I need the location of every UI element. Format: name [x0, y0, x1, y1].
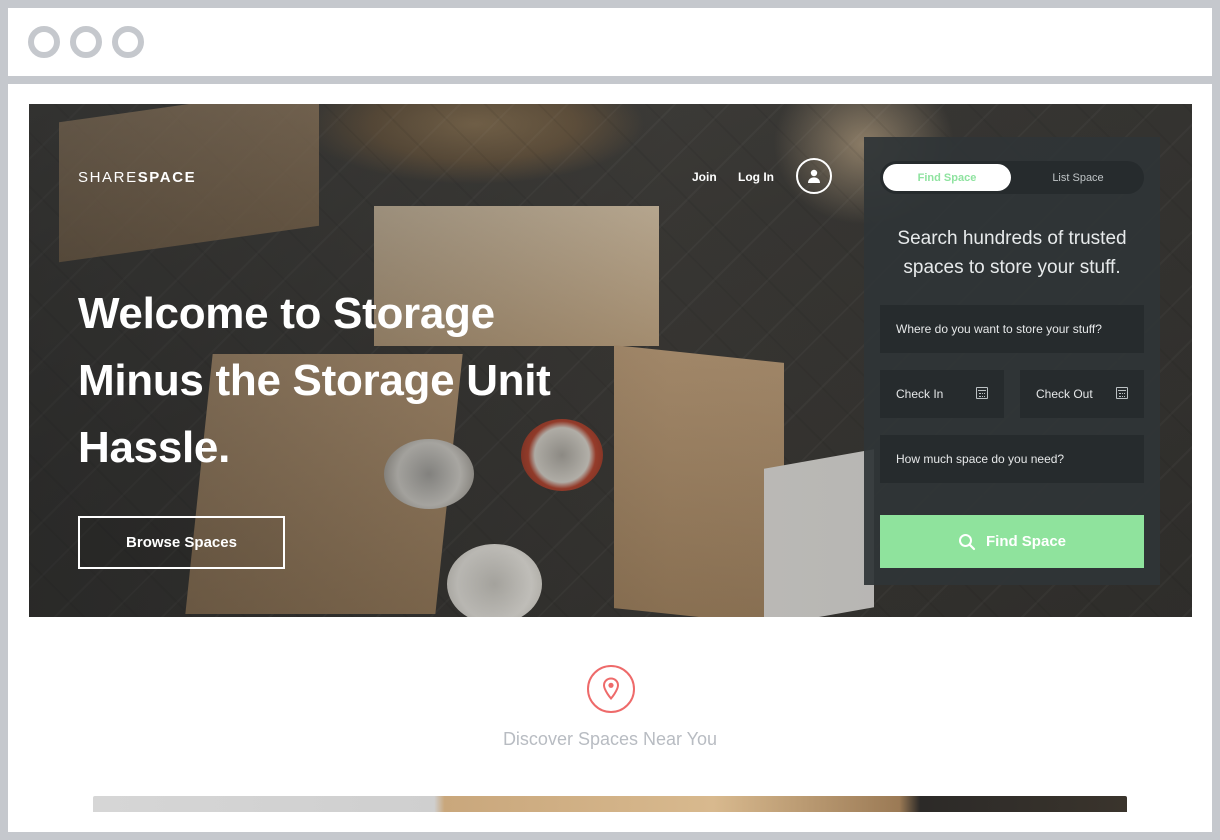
hero-section: SHARESPACE Join Log In Welcome to Storag… [29, 104, 1192, 617]
discover-spaces-heading: Discover Spaces Near You [502, 729, 718, 749]
page-viewport: SHARESPACE Join Log In Welcome to Storag… [8, 84, 1212, 832]
space-listing-preview-image[interactable] [93, 796, 1127, 812]
location-pin-icon [602, 677, 620, 701]
tab-find-space[interactable]: Find Space [883, 164, 1011, 191]
calendar-icon [976, 387, 988, 399]
check-in-field[interactable]: Check In [880, 370, 1004, 418]
nav-join-link[interactable]: Join [692, 170, 717, 184]
hero-title: Welcome to Storage Minus the Storage Uni… [78, 289, 551, 472]
window-dot-icon[interactable] [70, 26, 102, 58]
nav-login-link[interactable]: Log In [738, 170, 774, 184]
window-dot-icon[interactable] [28, 26, 60, 58]
user-account-button[interactable] [796, 158, 832, 194]
check-out-label: Check Out [1036, 387, 1093, 401]
calendar-icon [1116, 387, 1128, 399]
find-space-button[interactable]: Find Space [880, 515, 1144, 568]
find-list-toggle: Find Space List Space [880, 161, 1144, 194]
check-out-field[interactable]: Check Out [1020, 370, 1144, 418]
search-icon [958, 533, 976, 550]
check-in-label: Check In [896, 387, 944, 401]
browse-spaces-button[interactable]: Browse Spaces [78, 516, 285, 569]
space-size-input[interactable]: How much space do you need? [880, 435, 1144, 483]
user-icon [808, 169, 820, 183]
tab-list-space[interactable]: List Space [1015, 164, 1141, 191]
search-panel-heading: Search hundreds of trusted spaces to sto… [897, 228, 1127, 278]
brand-name-bold: SPACE [137, 169, 197, 186]
find-space-button-label: Find Space [985, 533, 1067, 550]
location-input[interactable]: Where do you want to store your stuff? [880, 305, 1144, 353]
search-panel: Find Space List Space Search hundreds of… [864, 137, 1160, 585]
brand-name-light: SHARE [78, 169, 138, 186]
window-dot-icon[interactable] [112, 26, 144, 58]
brand-logo[interactable]: SHARESPACE [78, 169, 196, 186]
location-pin-badge [587, 665, 635, 713]
browser-titlebar [8, 8, 1212, 76]
